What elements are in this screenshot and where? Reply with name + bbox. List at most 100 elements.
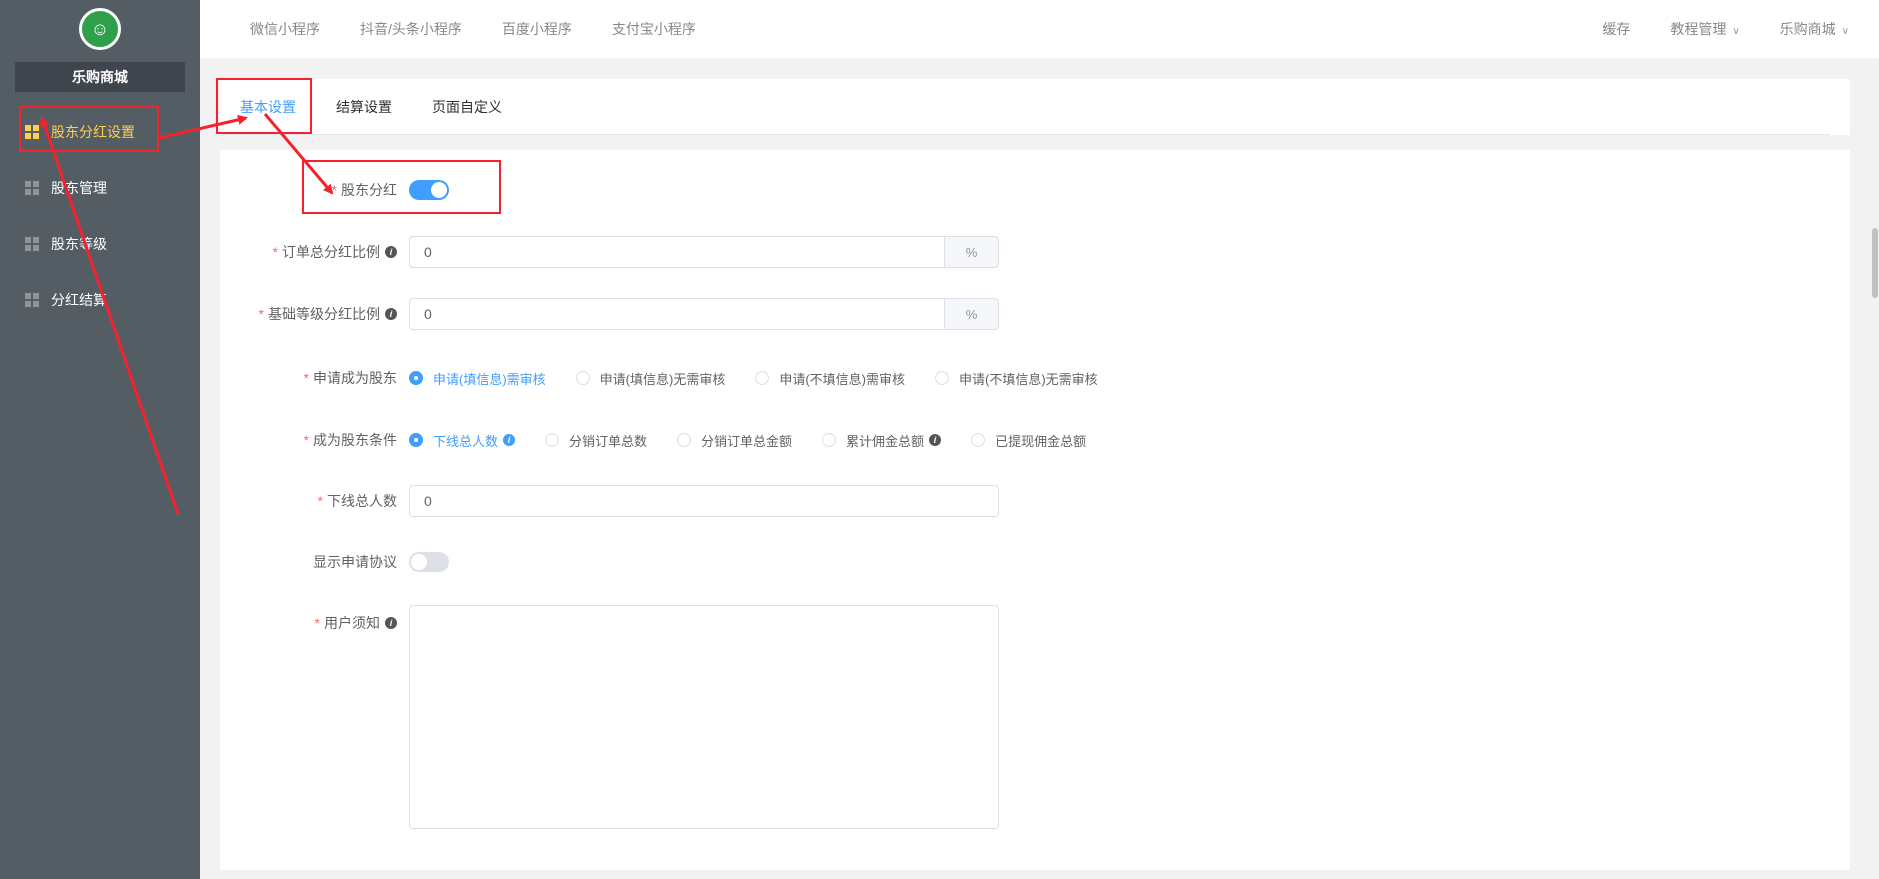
topnav-alipay[interactable]: 支付宝小程序 — [612, 19, 696, 39]
sidebar-item-label: 股东等级 — [51, 236, 107, 252]
apply-radio-option[interactable]: 申请(填信息)无需审核 — [575, 369, 725, 388]
apply-radio-option[interactable]: 申请(不填信息)需审核 — [755, 369, 905, 388]
downline-label: 下线总人数 — [327, 493, 397, 509]
percent-suffix: % — [945, 298, 999, 330]
condition-radio-group: 下线总人数 i 分销订单总数 分销订单总金额 累计佣金总额 i 已提现佣金总额 — [409, 431, 1116, 450]
radio-dot — [545, 433, 560, 447]
sidebar-item-label: 股东分红设置 — [51, 124, 135, 140]
radio-label: 申请(不填信息)无需审核 — [959, 371, 1098, 387]
tutorial-menu[interactable]: 教程管理 ∨ — [1670, 19, 1739, 39]
cache-link[interactable]: 缓存 — [1602, 19, 1630, 39]
sidebar-item-shareholder-management[interactable]: 股东管理 — [0, 160, 200, 216]
base-ratio-group: % — [409, 298, 999, 330]
topnav-baidu[interactable]: 百度小程序 — [502, 19, 572, 39]
top-right-menu: 缓存 教程管理 ∨ 乐购商城 ∨ — [1602, 19, 1849, 39]
top-nav: 微信小程序 抖音/头条小程序 百度小程序 支付宝小程序 — [250, 19, 696, 39]
row-notice: * 用户须知 i — [220, 605, 999, 829]
tab-basic-settings[interactable]: 基本设置 — [240, 79, 296, 135]
sidebar-item-label: 股东管理 — [51, 180, 107, 196]
switch-knob — [431, 182, 447, 198]
show-agreement-switch[interactable] — [409, 552, 449, 572]
base-ratio-label: 基础等级分红比例 — [268, 306, 380, 322]
order-ratio-group: % — [409, 236, 999, 268]
required-mark: * — [258, 306, 264, 322]
radio-dot — [971, 433, 986, 447]
radio-label: 分销订单总金额 — [701, 433, 793, 449]
condition-radio-option[interactable]: 累计佣金总额 i — [822, 431, 942, 450]
field-label: * 成为股东条件 — [220, 430, 409, 450]
condition-radio-option[interactable]: 已提现佣金总额 — [971, 431, 1086, 450]
field-label: * 订单总分红比例 i — [220, 242, 409, 262]
sidebar-item-dividend-settings[interactable]: 股东分红设置 — [0, 104, 200, 160]
shop-menu[interactable]: 乐购商城 ∨ — [1780, 19, 1849, 39]
order-ratio-label: 订单总分红比例 — [282, 244, 380, 260]
switch-knob — [411, 554, 427, 570]
field-label: * 基础等级分红比例 i — [220, 304, 409, 324]
sidebar-item-shareholder-levels[interactable]: 股东等级 — [0, 216, 200, 272]
scrollbar[interactable] — [1867, 58, 1879, 879]
apply-radio-option[interactable]: 申请(填信息)需审核 — [409, 369, 546, 388]
condition-radio-option[interactable]: 分销订单总金额 — [677, 431, 792, 450]
tab-page-customization[interactable]: 页面自定义 — [432, 79, 502, 135]
required-mark: * — [303, 370, 309, 386]
radio-label: 分销订单总数 — [569, 433, 648, 449]
order-ratio-input[interactable] — [409, 236, 945, 268]
condition-radio-option[interactable]: 下线总人数 i — [409, 431, 516, 450]
topnav-douyin[interactable]: 抖音/头条小程序 — [360, 19, 462, 39]
row-base-ratio: *基础等级分红比例 i % — [220, 298, 999, 330]
radio-label: 下线总人数 — [433, 433, 499, 449]
percent-suffix: % — [945, 236, 999, 268]
field-label: * 下线总人数 — [220, 491, 409, 511]
sidebar-item-dividend-settlement[interactable]: 分红结算 — [0, 272, 200, 328]
info-icon[interactable]: i — [929, 434, 942, 446]
radio-dot — [575, 371, 590, 385]
row-downline: * 下线总人数 — [220, 485, 999, 517]
apply-label: 申请成为股东 — [313, 370, 397, 386]
radio-dot — [677, 433, 692, 447]
radio-dot — [755, 371, 770, 385]
condition-label: 成为股东条件 — [313, 432, 397, 448]
row-order-ratio: *订单总分红比例 i % — [220, 236, 999, 268]
radio-dot — [822, 433, 837, 447]
condition-radio-option[interactable]: 分销订单总数 — [545, 431, 647, 450]
chevron-down-icon: ∨ — [1732, 26, 1740, 37]
shop-logo-icon: ☺ — [79, 8, 121, 50]
radio-label: 已提现佣金总额 — [995, 433, 1087, 449]
top-bar: 微信小程序 抖音/头条小程序 百度小程序 支付宝小程序 缓存 教程管理 ∨ 乐购商… — [200, 0, 1879, 58]
radio-label: 申请(填信息)需审核 — [433, 371, 546, 387]
scrollbar-thumb[interactable] — [1872, 228, 1878, 298]
topnav-wechat[interactable]: 微信小程序 — [250, 19, 320, 39]
notice-textarea[interactable] — [409, 605, 999, 829]
sidebar-item-label: 分红结算 — [51, 292, 107, 308]
required-mark: * — [331, 182, 337, 198]
required-mark: * — [272, 244, 278, 260]
chevron-down-icon: ∨ — [1841, 26, 1849, 37]
grid-icon — [25, 181, 39, 195]
info-icon[interactable]: i — [385, 308, 397, 320]
radio-label: 累计佣金总额 — [846, 433, 925, 449]
shop-menu-label: 乐购商城 — [1779, 21, 1836, 37]
tabs-card: 基本设置 结算设置 页面自定义 — [220, 79, 1850, 135]
info-icon[interactable]: i — [385, 246, 397, 258]
required-mark: * — [317, 493, 323, 509]
tutorial-label: 教程管理 — [1670, 21, 1727, 37]
grid-icon — [25, 293, 39, 307]
info-icon[interactable]: i — [385, 617, 397, 629]
field-label: * 申请成为股东 — [220, 368, 409, 388]
radio-label: 申请(不填信息)需审核 — [779, 371, 906, 387]
shop-name: 乐购商城 — [15, 62, 185, 92]
settings-form: *股东分红 *订单总分红比例i % *基础等级分红比例i % *申请成为股东 申… — [220, 150, 1850, 870]
row-dividend-switch: * 股东分红 — [220, 180, 449, 200]
radio-dot — [409, 371, 423, 385]
field-label: * 用户须知 i — [220, 605, 409, 633]
row-condition: * 成为股东条件 下线总人数 i 分销订单总数 分销订单总金额 累计佣金总额 i 已提… — [220, 430, 1116, 450]
tab-settlement-settings[interactable]: 结算设置 — [336, 79, 392, 135]
dividend-label: 股东分红 — [341, 182, 397, 198]
downline-input[interactable] — [409, 485, 999, 517]
field-label: 显示申请协议 — [220, 552, 409, 572]
dividend-switch[interactable] — [409, 180, 449, 200]
info-icon[interactable]: i — [503, 434, 516, 446]
apply-radio-option[interactable]: 申请(不填信息)无需审核 — [935, 369, 1098, 388]
base-ratio-input[interactable] — [409, 298, 945, 330]
apply-radio-group: 申请(填信息)需审核 申请(填信息)无需审核 申请(不填信息)需审核 申请(不填… — [409, 369, 1128, 388]
